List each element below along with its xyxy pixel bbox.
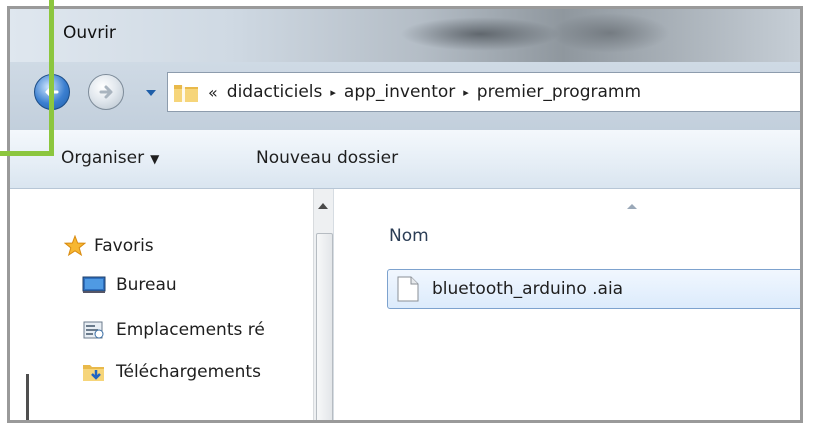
sidebar-item-recent-places[interactable]: Emplacements ré xyxy=(82,320,265,340)
organize-button[interactable]: Organiser ▼ xyxy=(61,148,159,168)
breadcrumb-separator[interactable]: ▸ xyxy=(330,86,336,99)
downloads-folder-icon xyxy=(83,365,104,381)
sidebar-item-label: Téléchargements xyxy=(116,362,261,382)
desktop-icon xyxy=(82,276,106,293)
title-bar-blur xyxy=(400,17,560,51)
recent-places-icon xyxy=(83,321,104,339)
breadcrumb-separator[interactable]: ▸ xyxy=(463,86,469,99)
favorites-label: Favoris xyxy=(94,236,154,256)
title-bar[interactable]: Ouvrir xyxy=(10,9,800,62)
navigation-scrollbar[interactable] xyxy=(313,189,334,420)
sidebar-item-favorites[interactable]: Favoris xyxy=(44,230,154,262)
command-toolbar: Organiser ▼ Nouveau dossier xyxy=(10,130,800,189)
sidebar-item-downloads[interactable]: Téléchargements xyxy=(82,362,261,382)
address-row: « didacticiels ▸ app_inventor ▸ premier_… xyxy=(10,62,800,130)
sidebar-item-bureau[interactable]: Bureau xyxy=(82,275,177,295)
file-name: bluetooth_arduino .aia xyxy=(432,279,624,299)
highlight-box xyxy=(0,0,54,156)
new-folder-button[interactable]: Nouveau dossier xyxy=(256,148,398,168)
chevron-down-icon[interactable] xyxy=(145,88,157,98)
open-dialog-window: Ouvrir « didacticiels ▸ app_inventor ▸ p… xyxy=(7,6,803,423)
list-item[interactable]: bluetooth_arduino .aia xyxy=(387,269,800,309)
sidebar-item-label: Emplacements ré xyxy=(116,320,265,340)
breadcrumb-overflow[interactable]: « xyxy=(208,83,218,102)
organize-label: Organiser xyxy=(61,148,145,168)
forward-arrow-icon xyxy=(99,85,113,99)
breadcrumb-segment[interactable]: didacticiels xyxy=(227,82,323,102)
address-bar[interactable]: « didacticiels ▸ app_inventor ▸ premier_… xyxy=(167,72,800,112)
breadcrumb-segment[interactable]: app_inventor xyxy=(344,82,455,102)
navigation-pane: Favoris Bureau Emplacements ré Télécharg… xyxy=(10,189,313,420)
window-edge xyxy=(26,374,29,420)
folder-icon xyxy=(174,83,198,102)
column-header-name[interactable]: Nom xyxy=(389,226,429,246)
sidebar-item-label: Bureau xyxy=(116,275,177,295)
file-list-pane: Nom bluetooth_arduino .aia xyxy=(334,189,800,420)
scroll-up-icon[interactable] xyxy=(318,203,328,209)
dropdown-caret-icon: ▼ xyxy=(150,152,160,166)
file-icon xyxy=(397,276,419,302)
sort-ascending-icon xyxy=(627,204,637,209)
title-bar-blur xyxy=(550,13,670,53)
star-icon xyxy=(64,235,86,257)
scrollbar-thumb[interactable] xyxy=(316,233,333,420)
forward-button[interactable] xyxy=(88,74,124,110)
breadcrumb-segment[interactable]: premier_programm xyxy=(477,82,641,102)
window-title: Ouvrir xyxy=(63,23,116,43)
